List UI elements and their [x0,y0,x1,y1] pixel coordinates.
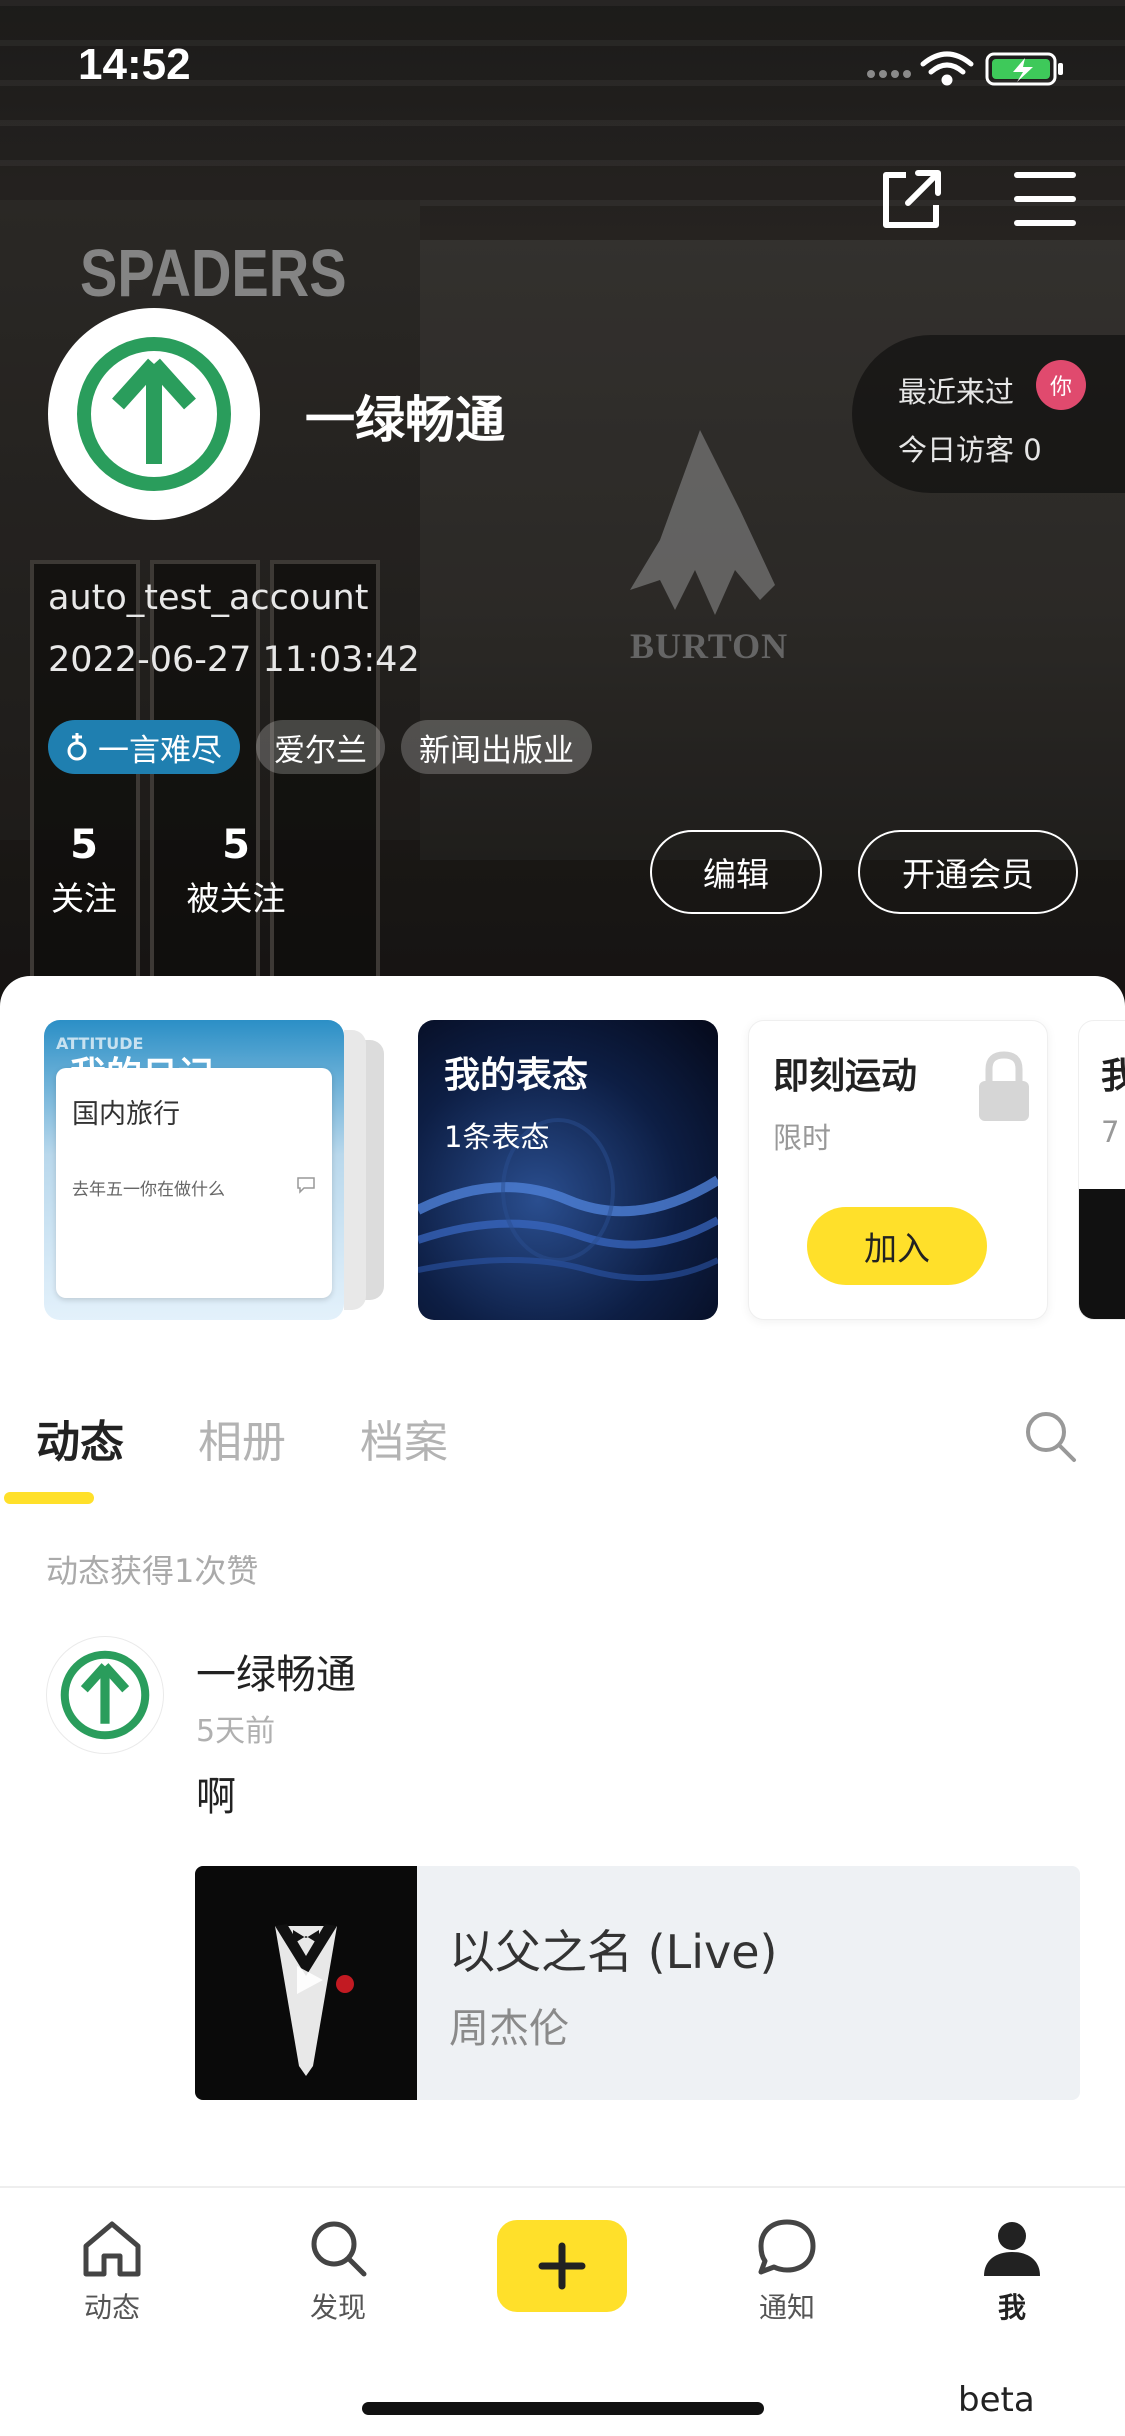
diary-subtitle: 国内旅行 [72,1099,180,1130]
profile-tabs: 动态 相册 档案 [36,1406,448,1470]
post-author[interactable]: 一绿畅通 [196,1642,356,1700]
feature-cards: ATTITUDE 我的日记 国内旅行 去年五一你在做什么 我的表态 1条表态 即… [0,1020,1125,1330]
music-card[interactable]: 以父之名 (Live) 周杰伦 [195,1866,1080,2100]
diary-card[interactable]: ATTITUDE 我的日记 国内旅行 去年五一你在做什么 [44,1020,384,1320]
sport-join-button[interactable]: 加入 [807,1207,987,1285]
tag-industry[interactable]: 新闻出版业 [401,720,592,774]
status-icons [867,51,1063,86]
followers-label: 被关注 [186,879,286,918]
search-icon[interactable] [1022,1408,1078,1464]
visitor-today-count: 今日访客 0 [898,433,1042,467]
music-cover [195,1866,417,2100]
followers-count: 5 [222,822,250,868]
profile-tags: 一言难尽 爱尔兰 新闻出版业 [48,720,592,774]
nav-item-me[interactable]: 我 [952,2218,1072,2326]
tag-label: 新闻出版业 [419,732,574,769]
nav-item-notifications[interactable]: 通知 [727,2218,847,2326]
nav-item-discover[interactable]: 发现 [278,2218,398,2326]
tag-location[interactable]: 爱尔兰 [256,720,385,774]
music-artist: 周杰伦 [449,2006,569,2052]
diary-title: 我的日记 [70,1055,215,1096]
partial-card-subtitle: 7 [1101,1115,1120,1149]
nav-label: 发现 [309,2291,366,2324]
following-stat[interactable]: 5 关注 [48,822,120,920]
album-cover-image [275,1924,354,2076]
signal-icon [867,70,911,78]
nav-item-moments[interactable]: 动态 [52,2218,172,2326]
diary-entry: 去年五一你在做什么 [72,1180,225,1200]
profile-join-date: 2022-06-27 11:03:42 [48,640,420,680]
menu-icon[interactable] [1010,168,1080,230]
bottom-nav: 动态 发现 通知 我 beta [0,2186,1125,2436]
lock-icon [979,1051,1029,1121]
visitor-panel[interactable]: 最近来过 你 今日访客 0 [852,335,1125,493]
tag-gender[interactable]: 一言难尽 [48,720,240,774]
mood-subtitle: 1条表态 [444,1120,550,1154]
tag-label: 一言难尽 [98,732,222,769]
plus-icon [538,2242,586,2290]
sport-card[interactable]: 即刻运动 限时 加入 [748,1020,1048,1320]
edit-profile-button[interactable]: 编辑 [650,830,822,914]
battery-icon [985,52,1063,86]
up-arrow-logo-icon [60,1650,150,1740]
post-text: 啊 [196,1774,236,1820]
nav-label: 我 [997,2291,1026,2324]
tab-archive[interactable]: 档案 [360,1406,448,1470]
user-icon [984,2222,1040,2276]
beta-label: beta [958,2380,1035,2420]
post-time: 5天前 [196,1714,276,1749]
open-vip-button[interactable]: 开通会员 [858,830,1078,914]
create-post-button[interactable] [497,2220,627,2312]
diary-stack-page [344,1030,366,1310]
home-icon [83,2221,141,2277]
tab-moments[interactable]: 动态 [36,1406,124,1470]
search-icon [311,2221,367,2277]
active-tab-indicator [4,1492,94,1504]
tab-album[interactable]: 相册 [198,1406,286,1470]
female-gender-icon [67,733,87,761]
profile-header: SPADERS BURTON 14:52 一绿畅通 最近来过 你 今日访客 0 … [0,0,1125,1010]
nav-label: 通知 [758,2291,815,2324]
mood-card[interactable]: 我的表态 1条表态 [418,1020,718,1320]
up-arrow-logo-icon [77,337,231,491]
tag-label: 爱尔兰 [274,732,367,769]
status-time: 14:52 [78,40,191,89]
visitor-recent-label: 最近来过 [898,375,1015,409]
mood-title: 我的表态 [444,1055,589,1096]
post-avatar[interactable] [46,1636,164,1754]
partial-card-image [1079,1189,1125,1319]
nav-label: 动态 [83,2291,140,2324]
followers-stat[interactable]: 5 被关注 [180,822,292,920]
music-title: 以父之名 (Live) [449,1925,778,1979]
chat-bubble-icon [758,2219,816,2275]
profile-nickname: 一绿畅通 [305,391,505,449]
partial-card[interactable]: 我 7 [1078,1020,1125,1320]
comment-icon [297,1177,315,1194]
share-icon[interactable] [876,165,946,235]
wifi-icon [920,51,974,86]
home-indicator[interactable] [362,2402,764,2415]
profile-avatar[interactable] [48,308,260,520]
visitor-avatar[interactable]: 你 [1036,360,1086,410]
sport-subtitle: 限时 [773,1121,832,1155]
profile-content: ATTITUDE 我的日记 国内旅行 去年五一你在做什么 我的表态 1条表态 即… [0,976,1125,2196]
following-label: 关注 [51,879,117,918]
profile-username: auto_test_account [48,578,369,618]
sport-title: 即刻运动 [773,1056,918,1097]
likes-summary: 动态获得1次赞 [46,1552,259,1590]
following-count: 5 [70,822,98,868]
partial-card-title: 我 [1101,1047,1125,1099]
